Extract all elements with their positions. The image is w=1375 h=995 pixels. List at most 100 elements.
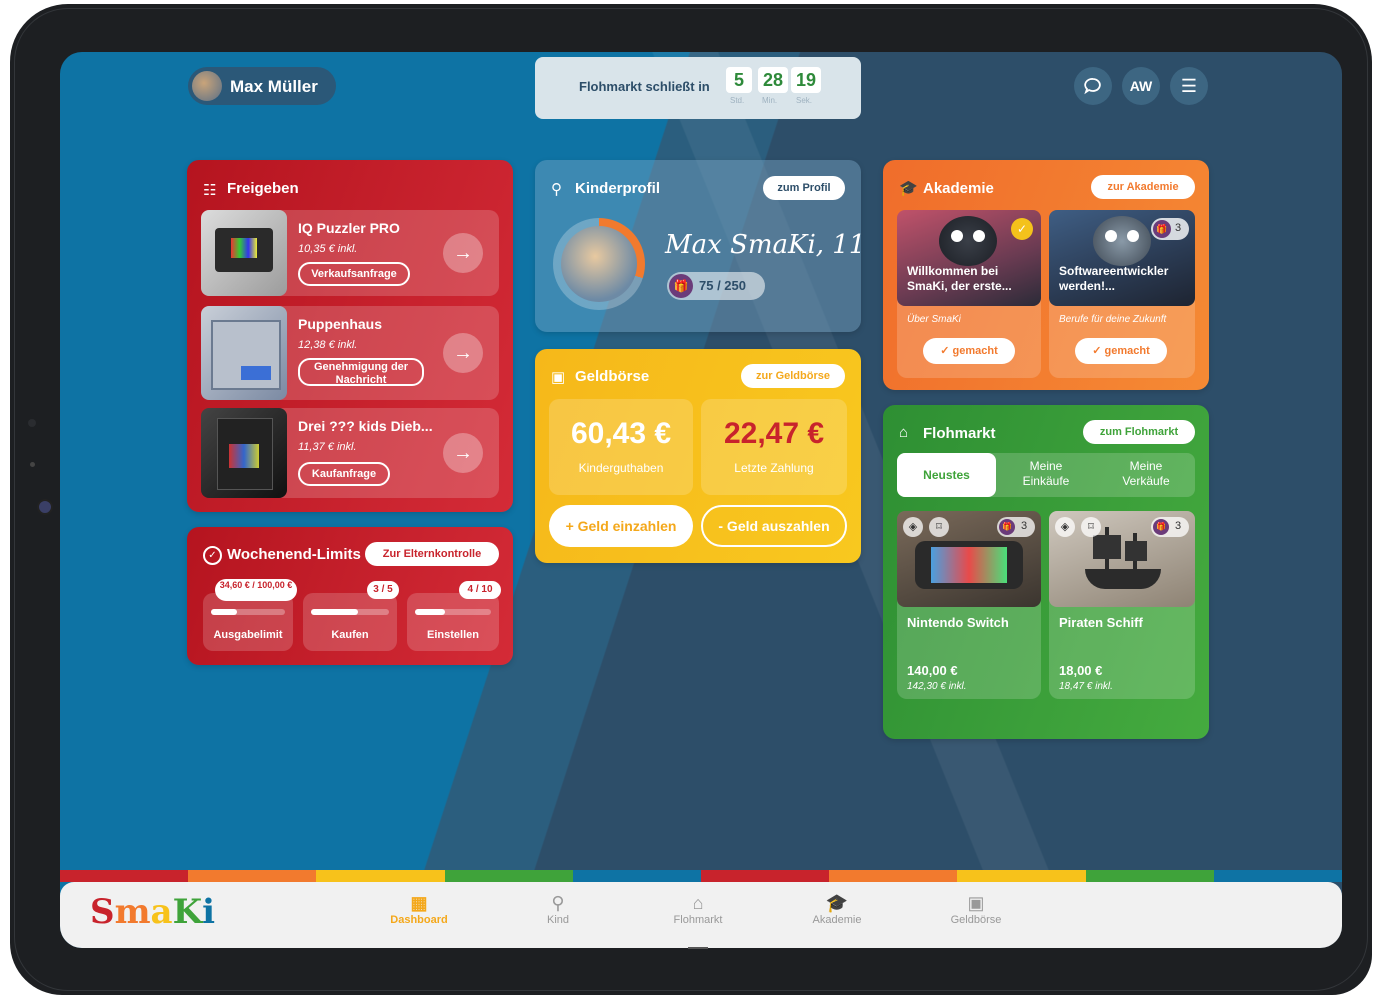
academy-button[interactable]: zur Akademie [1091,175,1195,199]
points-value: 75 / 250 [699,278,746,293]
flohmarkt-title: Flohmarkt [923,425,996,442]
flohmarkt-button[interactable]: zum Flohmarkt [1083,420,1195,444]
tab-neustes[interactable]: Neustes [897,453,996,497]
item-image: ◈ ⌑ 🎁 3 [1049,511,1195,607]
limit-einstellen: Einstellen [407,593,499,651]
timer-seconds: 19 [791,67,821,93]
list-item[interactable]: Puppenhaus 12,38 € inkl. Genehmigung der… [201,306,499,400]
course-card[interactable]: 🎁 3 Softwareentwickler werden!... Berufe… [1049,210,1195,378]
bookmark-icon[interactable]: ⌑ [929,517,949,537]
deposit-button[interactable]: + Geld einzahlen [549,505,693,547]
sensor-dot [28,419,36,427]
balance-amount: 60,43 € [570,417,672,450]
akademie-card: 🎓 Akademie zur Akademie ✓ Willkommen bei… [883,160,1209,390]
course-category: Über SmaKi [907,314,961,325]
nav-akademie[interactable]: 🎓 Akademie [792,892,882,926]
item-price: 18,00 € [1059,663,1103,678]
flohmarkt-card: ⌂ Flohmarkt zum Flohmarkt Neustes Meine … [883,405,1209,739]
avatar [561,226,637,302]
limit-label: Kaufen [331,629,369,641]
user-name: Max Müller [230,77,318,96]
gift-count: 3 [1175,520,1182,532]
limit-badge: 34,60 € / 100,00 € [215,579,297,601]
tab-meine-einkaeufe[interactable]: Meine Einkäufe [1009,459,1083,489]
nav-kind[interactable]: ⚲ Kind [513,892,603,926]
home-indicator [688,947,708,949]
progress-ring [553,218,645,310]
item-price-incl: 18,47 € inkl. [1059,681,1113,692]
check-icon: ✓ [1011,218,1033,240]
last-payment-tile: 22,47 € Letzte Zahlung [701,399,847,495]
color-stripe [60,870,1342,882]
item-price-incl: 142,30 € inkl. [907,681,967,692]
timer-minutes: 28 [758,67,788,93]
tab-meine-verkaeufe[interactable]: Meine Verkäufe [1109,459,1183,489]
item-image [201,408,287,498]
nav-label: Kind [546,914,570,926]
course-status: ✓ gemacht [923,338,1015,364]
wallet-button[interactable]: zur Geldbörse [741,364,845,388]
graduation-cap-icon: 🎓 [825,893,849,913]
list-item[interactable]: IQ Puzzler PRO 10,35 € inkl. Verkaufsanf… [201,210,499,296]
status-badge: Kaufanfrage [298,462,390,486]
gift-icon: 🎁 [999,519,1015,535]
profile-button[interactable]: zum Profil [763,176,845,200]
package-icon: ◈ [903,517,923,537]
market-item[interactable]: ◈ ⌑ 🎁 3 Piraten Schiff 18,00 € 18,47 € i… [1049,511,1195,699]
parental-control-button[interactable]: Zur Elternkontrolle [365,542,499,566]
bottom-nav: SmaKi ▦ Dashboard ⚲ Kind ⌂ Flohmarkt 🎓 A… [60,882,1342,948]
wallet-icon: ▣ [967,893,985,913]
nav-geldboerse[interactable]: ▣ Geldbörse [931,892,1021,926]
status-badge: Verkaufsanfrage [298,262,410,286]
limit-ausgabe: Ausgabelimit [203,593,293,651]
timer-label: Flohmarkt schließt in [579,79,710,94]
gift-count: 3 [1021,520,1028,532]
freigeben-card: ☷ Freigeben IQ Puzzler PRO 10,35 € inkl.… [187,160,513,512]
item-name: IQ Puzzler PRO [298,220,400,236]
nav-dashboard[interactable]: ▦ Dashboard [374,892,464,926]
avatar [192,71,222,101]
limit-badge: 4 / 10 [459,581,501,599]
course-card[interactable]: ✓ Willkommen bei SmaKi, der erste... Übe… [897,210,1041,378]
store-icon: ⌂ [899,424,909,441]
withdraw-button[interactable]: - Geld auszahlen [701,505,847,547]
chat-icon[interactable] [1074,67,1112,105]
market-item[interactable]: ◈ ⌑ 🎁 3 Nintendo Switch 140,00 € 142,30 … [897,511,1041,699]
item-image [201,210,287,296]
nav-label: Dashboard [390,914,448,926]
limit-badge: 3 / 5 [367,581,399,599]
limit-label: Einstellen [427,629,479,641]
arrow-right-icon[interactable]: → [443,433,483,473]
course-status: ✓ gemacht [1075,338,1167,364]
clock-check-icon: ✓ [203,546,222,565]
item-image: ◈ ⌑ 🎁 3 [897,511,1041,607]
item-name: Puppenhaus [298,316,383,332]
nav-flohmarkt[interactable]: ⌂ Flohmarkt [653,892,743,926]
list-item[interactable]: Drei ??? kids Dieb... 11,37 € inkl. Kauf… [201,408,499,498]
kinderprofil-card: ⚲ Kinderprofil zum Profil Max SmaKi, 11 … [535,160,861,332]
nav-label: Flohmarkt [673,914,723,926]
flohmarkt-tabs: Neustes Meine Einkäufe Meine Verkäufe [897,453,1195,497]
gift-count: 3 [1175,222,1182,234]
sensor-dot [30,462,35,467]
camera-icon [37,499,53,515]
item-image [201,306,287,400]
menu-icon[interactable]: ☰ [1170,67,1208,105]
package-icon: ◈ [1055,517,1075,537]
gift-icon: 🎁 [1153,519,1169,535]
last-payment-label: Letzte Zahlung [734,461,814,475]
course-title: Softwareentwickler werden!... [1059,264,1169,293]
arrow-right-icon[interactable]: → [443,333,483,373]
timer-minutes-unit: Min. [762,96,778,105]
user-chip[interactable]: Max Müller [188,67,336,105]
child-name: Max SmaKi, 11 [665,230,861,260]
kinderprofil-title: Kinderprofil [575,180,660,197]
bookmark-icon[interactable]: ⌑ [1081,517,1101,537]
wallet-icon: ▣ [551,369,566,386]
status-badge: Genehmigung der Nachricht [298,358,424,386]
timer-hours-unit: Std. [730,96,745,105]
account-initials[interactable]: AW [1122,67,1160,105]
points-badge: 🎁 75 / 250 [667,272,765,300]
market-timer: Flohmarkt schließt in 5 28 19 Std. Min. … [535,57,861,119]
arrow-right-icon[interactable]: → [443,233,483,273]
